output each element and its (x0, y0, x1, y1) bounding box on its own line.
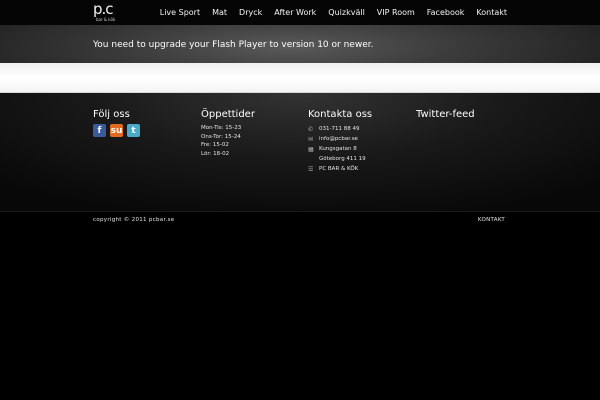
hours-line: Mon-Tis: 15-23 (201, 125, 242, 131)
twitter-section: Twitter-feed (416, 109, 475, 124)
contact-phone-row: ✆ 031-711 88 49 (308, 124, 372, 134)
copyright-text: copyright © 2011 pcbar.se (93, 217, 175, 223)
contact-name: PC BAR & KÖK (319, 166, 359, 172)
nav-item-dryck[interactable]: Dryck (239, 8, 262, 17)
building-icon: ▦ (308, 145, 314, 153)
hours-line: Ons-Tor: 15-24 (201, 133, 241, 140)
contact-street: Kungsgatan 8 (319, 146, 357, 152)
hours-line: Fre: 15-02 (201, 142, 229, 148)
twitter-heading: Twitter-feed (416, 109, 475, 120)
top-bar: p.c bar & kök Live Sport Mat Dryck After… (0, 0, 600, 25)
nav-item-live-sport[interactable]: Live Sport (160, 8, 200, 17)
stumbleupon-icon[interactable]: su (110, 124, 123, 137)
footer-divider (0, 211, 600, 212)
nav-item-vip-room[interactable]: VIP Room (377, 8, 415, 17)
twitter-icon[interactable]: t (127, 124, 140, 137)
contact-name-row: ☰ PC BAR & KÖK (308, 164, 372, 174)
contact-phone[interactable]: 031-711 88 49 (319, 126, 359, 132)
flash-upgrade-message: You need to upgrade your Flash Player to… (93, 40, 374, 50)
hours-list: Mon-Tis: 15-23 Ons-Tor: 15-24 Fre: 15-02… (201, 124, 255, 158)
logo-main-text: p.c (93, 0, 114, 18)
footer: Följ oss f su t Öppettider Mon-Tis: 15-2… (0, 93, 600, 211)
bottom-kontakt-link[interactable]: KONTAKT (478, 217, 505, 223)
nav-item-mat[interactable]: Mat (212, 8, 227, 17)
follow-heading: Följ oss (93, 109, 130, 120)
list-icon: ☰ (308, 165, 314, 173)
flash-banner: You need to upgrade your Flash Player to… (0, 25, 600, 63)
contact-email-row: ✉ info@pcbar.se (308, 134, 372, 144)
hours-section: Öppettider Mon-Tis: 15-23 Ons-Tor: 15-24… (201, 109, 255, 158)
facebook-icon[interactable]: f (93, 124, 106, 137)
content-strip (0, 63, 600, 93)
contact-section: Kontakta oss ✆ 031-711 88 49 ✉ info@pcba… (308, 109, 372, 174)
nav-item-after-work[interactable]: After Work (274, 8, 316, 17)
logo-sub-text: bar & kök (96, 17, 116, 22)
hours-heading: Öppettider (201, 109, 255, 120)
logo[interactable]: p.c bar & kök (93, 0, 119, 23)
phone-icon: ✆ (308, 125, 314, 133)
nav-item-quizkvall[interactable]: Quizkväll (328, 8, 365, 17)
contact-email[interactable]: info@pcbar.se (319, 136, 358, 142)
contact-heading: Kontakta oss (308, 109, 373, 120)
main-nav: Live Sport Mat Dryck After Work Quizkväl… (160, 0, 507, 25)
social-icons: f su t (93, 124, 140, 137)
hours-line: Lör: 18-02 (201, 150, 230, 157)
contact-address-row: ▦ Kungsgatan 8 (308, 144, 372, 154)
contact-city: Göteborg 411 19 (319, 156, 366, 162)
follow-section: Följ oss f su t (93, 109, 140, 137)
mail-icon: ✉ (308, 135, 314, 143)
nav-item-kontakt[interactable]: Kontakt (476, 8, 507, 17)
nav-item-facebook[interactable]: Facebook (427, 8, 465, 17)
contact-city-row: Göteborg 411 19 (308, 154, 372, 164)
